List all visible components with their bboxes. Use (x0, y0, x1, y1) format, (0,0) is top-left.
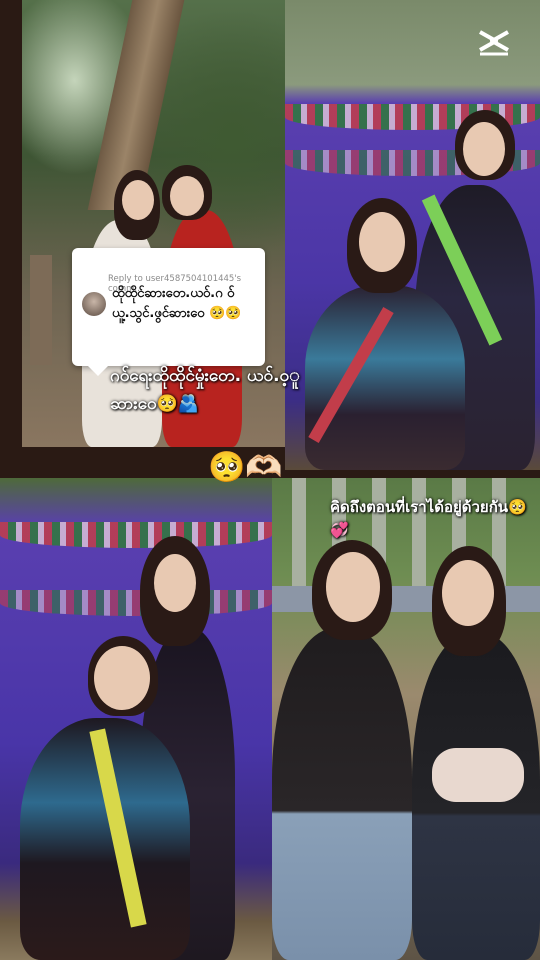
person-left (272, 628, 412, 960)
photo-top-right (285, 0, 540, 470)
reply-comment-bubble[interactable]: Reply to user4587504101445's comm... ထို… (72, 248, 265, 376)
avatar (82, 292, 106, 316)
garland (0, 590, 272, 616)
center-emoji-sticker: 🥺🫶🏻 (208, 450, 283, 485)
photo-bottom-left (0, 478, 272, 960)
photo-bottom-right (272, 478, 540, 960)
fence-post (30, 255, 52, 365)
reply-comment-text: ထိုထိုင်ဆား‌တေ.ယဝ်.ဂ ဝ်ယူ့.သွင်.ဖွင်ဆားဝ… (112, 286, 242, 321)
caption-myanmar: ဂဝ်ရေးထိုထိုင်မှုံး‌တေ. ယဝ်.ဝ့ူဆားဝေ🥺🫂 (110, 366, 300, 414)
caption-thai: คิดถึงตอนที่เราได้อยู่ด้วยกัน🥺💞 (330, 498, 527, 539)
capcut-logo-icon (479, 30, 509, 56)
garland (0, 522, 272, 548)
waist-bag (432, 748, 524, 802)
